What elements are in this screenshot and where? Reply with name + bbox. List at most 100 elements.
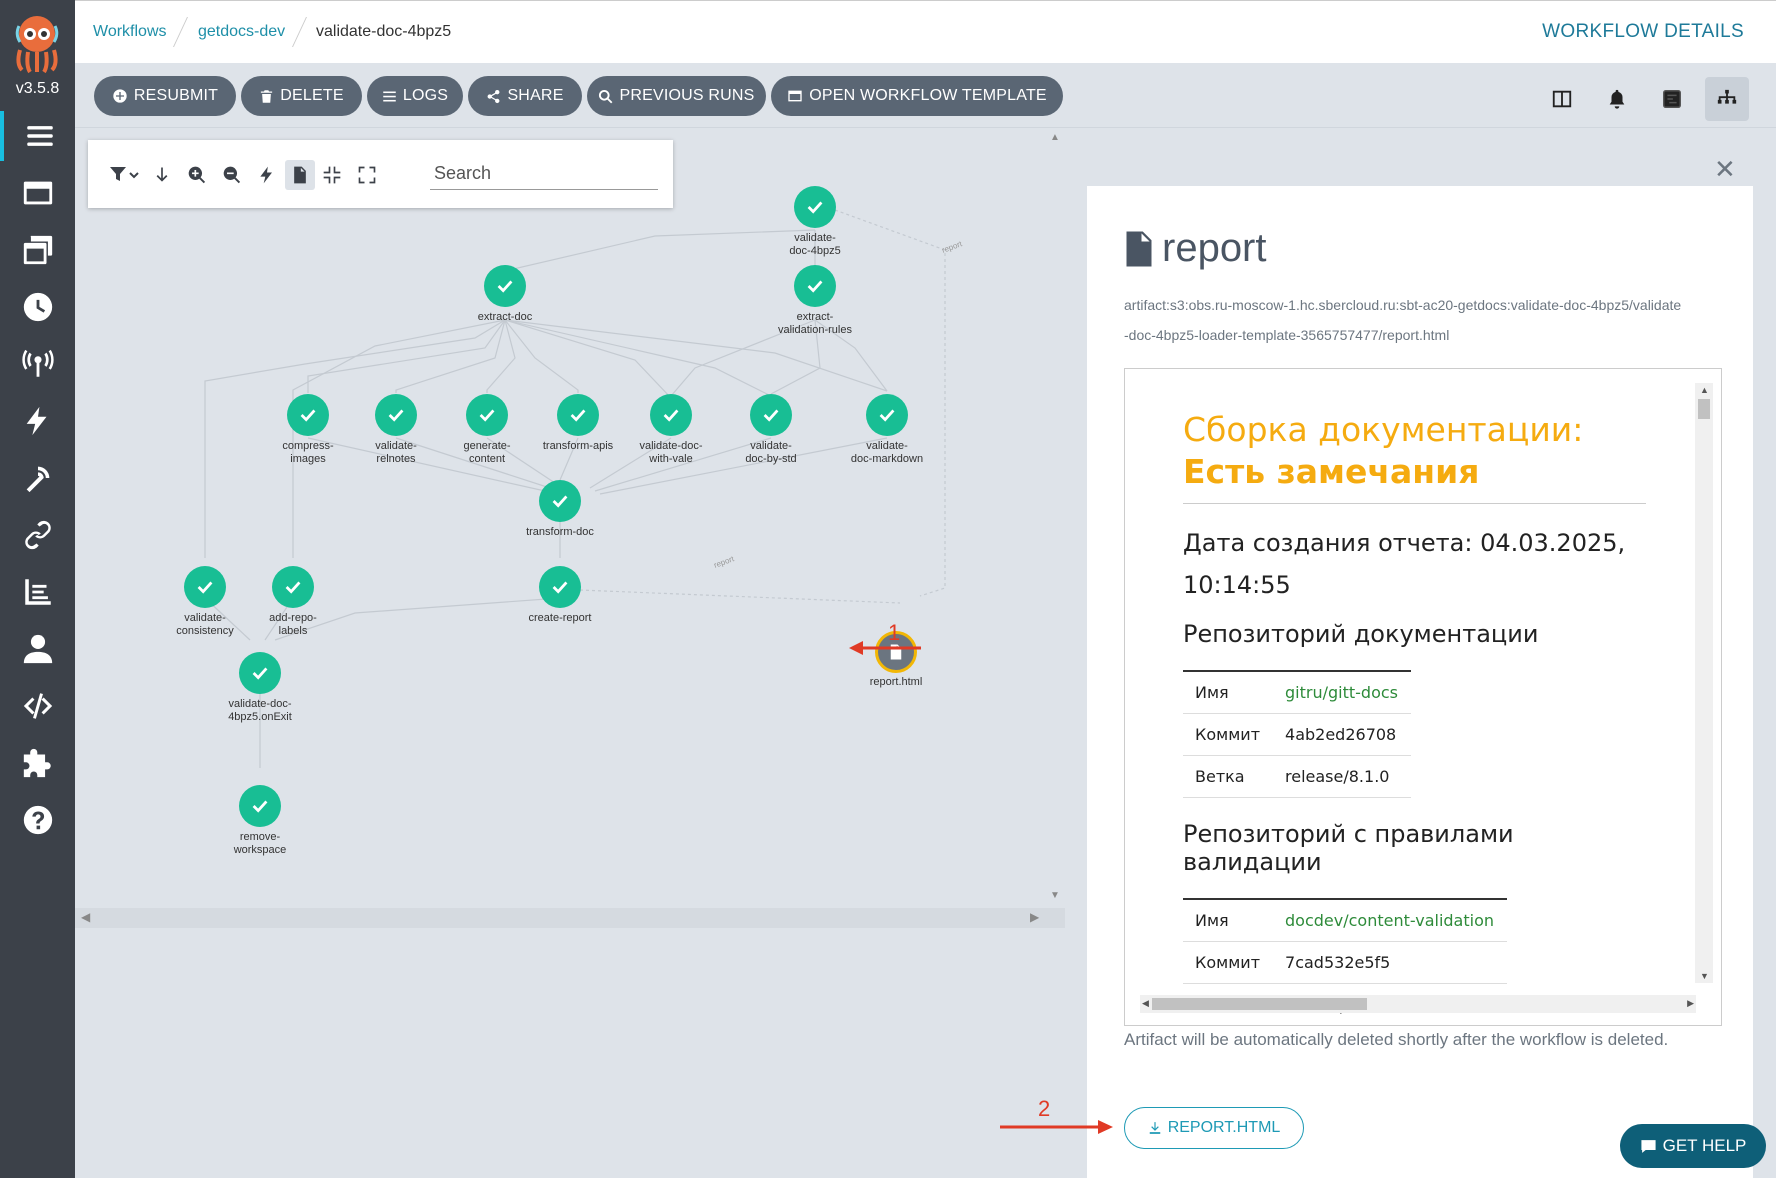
workflow-node[interactable] <box>794 265 836 307</box>
breadcrumb-workflows[interactable]: Workflows <box>93 23 167 41</box>
get-help-label: GET HELP <box>1662 1136 1747 1155</box>
workflow-node[interactable] <box>484 265 526 307</box>
argo-logo-icon[interactable] <box>12 12 62 74</box>
logs-button[interactable]: LOGS <box>367 76 463 116</box>
download-label: REPORT.HTML <box>1167 1119 1281 1136</box>
artifact-notice: Artifact will be automatically deleted s… <box>1124 1030 1669 1049</box>
plugins-nav-icon[interactable] <box>0 738 75 788</box>
node-label: validate-doc- 4bpz5.onExit <box>228 698 292 723</box>
help-nav-icon[interactable] <box>0 795 75 845</box>
table-key: Имя <box>1183 670 1274 714</box>
share-label: SHARE <box>507 87 564 104</box>
check-icon <box>807 280 823 293</box>
event-flow-nav-icon[interactable] <box>0 453 75 503</box>
previous-runs-button[interactable]: PREVIOUS RUNS <box>587 76 766 116</box>
repo-docs-heading: Репозиторий документации <box>1183 620 1539 648</box>
report-preview[interactable]: Сборка документации: Есть замечания Дата… <box>1124 368 1722 1026</box>
split-view-icon[interactable] <box>1540 77 1584 121</box>
workflow-node[interactable] <box>375 394 417 436</box>
cluster-templates-nav-icon[interactable] <box>0 225 75 275</box>
share-button[interactable]: SHARE <box>468 76 582 116</box>
workflow-graph[interactable]: report report validate- doc-4bpz5 extrac… <box>75 128 1065 908</box>
download-artifact-button[interactable]: REPORT.HTML <box>1124 1107 1304 1149</box>
filter-icon[interactable] <box>106 160 144 190</box>
zoom-out-icon[interactable] <box>217 160 247 190</box>
workflow-node[interactable] <box>794 186 836 228</box>
reports-nav-icon[interactable] <box>0 567 75 617</box>
lightning-icon[interactable] <box>252 160 282 190</box>
node-label: validate- doc-markdown <box>850 440 924 465</box>
open-template-label: OPEN WORKFLOW TEMPLATE <box>809 87 1047 104</box>
report-title-status: Есть замечания <box>1183 452 1480 491</box>
top-bar: Workflows getdocs-dev validate-doc-4bpz5… <box>75 0 1776 63</box>
scroll-thumb[interactable] <box>1698 399 1710 419</box>
report-content: Сборка документации: Есть замечания Дата… <box>1183 409 1658 1025</box>
resubmit-button[interactable]: RESUBMIT <box>94 76 236 116</box>
workflow-node[interactable] <box>287 394 329 436</box>
workflow-node[interactable] <box>539 480 581 522</box>
user-nav-icon[interactable] <box>0 624 75 674</box>
workflow-node[interactable] <box>750 394 792 436</box>
node-label: validate- doc-4bpz5 <box>789 232 841 257</box>
bell-icon[interactable] <box>1595 77 1639 121</box>
close-icon[interactable]: ✕ <box>1714 156 1736 182</box>
zoom-in-icon[interactable] <box>182 160 212 190</box>
graph-search-input[interactable] <box>430 158 658 190</box>
open-workflow-template-button[interactable]: OPEN WORKFLOW TEMPLATE <box>771 76 1063 116</box>
get-help-button[interactable]: GET HELP <box>1620 1124 1766 1168</box>
node-label: validate- doc-by-std <box>745 440 797 465</box>
workflows-nav-icon[interactable] <box>0 111 75 161</box>
repo-link[interactable]: gitru/gitt-docs <box>1273 670 1411 714</box>
repo-link[interactable]: docdev/content-validation <box>1273 898 1507 942</box>
report-date: Дата создания отчета: 04.03.2025, 10:14:… <box>1183 529 1626 599</box>
api-docs-nav-icon[interactable] <box>0 681 75 731</box>
breadcrumb-separator <box>292 17 307 47</box>
preview-vertical-scrollbar[interactable]: ▲ ▼ <box>1695 383 1713 983</box>
check-icon <box>252 667 268 680</box>
scroll-thumb[interactable] <box>1152 998 1367 1010</box>
delete-button[interactable]: DELETE <box>241 76 362 116</box>
repo-rules-heading: Репозиторий с правилами валидации <box>1183 820 1514 876</box>
link-nav-icon[interactable] <box>0 510 75 560</box>
breadcrumb-namespace[interactable]: getdocs-dev <box>198 23 285 41</box>
workflow-node[interactable] <box>557 394 599 436</box>
graph-horizontal-scrollbar[interactable]: ◀ ▶ <box>75 908 1065 928</box>
workflow-node[interactable] <box>239 785 281 827</box>
artifact-title: report <box>1124 226 1267 271</box>
artifacts-toggle-icon[interactable] <box>285 160 315 190</box>
preview-horizontal-scrollbar[interactable]: ◀ ▶ <box>1140 995 1696 1013</box>
timeline-view-icon[interactable] <box>1650 77 1694 121</box>
workflow-node[interactable] <box>184 566 226 608</box>
table-row: Ветка release/8.1.0 <box>1183 755 1411 798</box>
trash-icon <box>261 89 273 103</box>
check-icon <box>763 409 779 422</box>
node-label: report.html <box>869 676 923 688</box>
window-icon <box>788 90 802 102</box>
event-sources-nav-icon[interactable] <box>0 339 75 389</box>
graph-view-icon[interactable] <box>1705 77 1749 121</box>
download-icon <box>1149 1122 1160 1134</box>
fullscreen-icon[interactable] <box>352 160 382 190</box>
arrow-down-icon[interactable] <box>147 160 177 190</box>
workflow-node[interactable] <box>272 566 314 608</box>
cron-workflows-nav-icon[interactable] <box>0 282 75 332</box>
page-title: WORKFLOW DETAILS <box>1542 21 1744 42</box>
artifact-path: artifact:s3:obs.ru-moscow-1.hc.sbercloud… <box>1124 297 1682 343</box>
action-bar: RESUBMIT DELETE LOGS SHARE PREVIOUS RUNS… <box>75 63 1776 128</box>
logs-label: LOGS <box>402 87 449 104</box>
workflow-node[interactable] <box>466 394 508 436</box>
workflow-node[interactable] <box>539 566 581 608</box>
node-label: extract-doc <box>477 311 533 323</box>
workflow-node[interactable] <box>239 652 281 694</box>
report-title: Сборка документации: Есть замечания <box>1183 409 1646 504</box>
check-icon <box>807 201 823 214</box>
graph-vertical-scrollbar[interactable]: ▲ ▼ <box>1045 128 1065 908</box>
node-label: transform-doc <box>526 526 594 538</box>
workflow-node[interactable] <box>866 394 908 436</box>
annotation-arrow-icon <box>1000 1120 1113 1134</box>
collapse-icon[interactable] <box>317 160 347 190</box>
workflow-node[interactable] <box>650 394 692 436</box>
workflow-templates-nav-icon[interactable] <box>0 168 75 218</box>
sensors-nav-icon[interactable] <box>0 396 75 446</box>
app-version: v3.5.8 <box>15 80 60 97</box>
